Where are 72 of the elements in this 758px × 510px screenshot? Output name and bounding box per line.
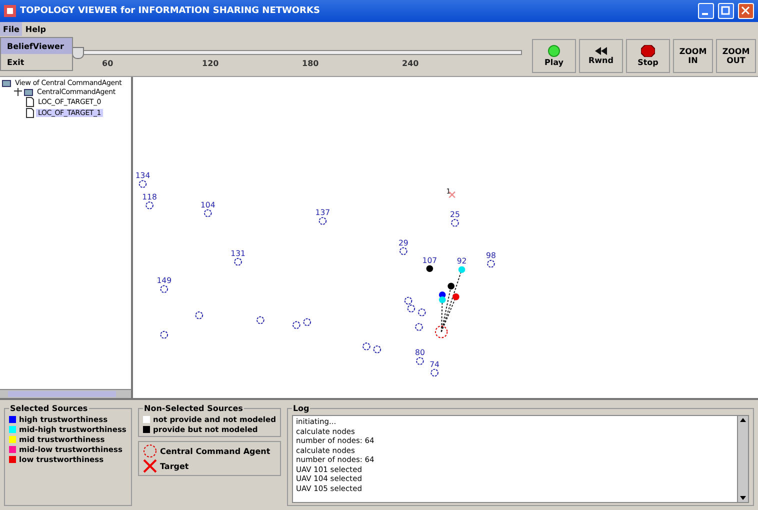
- node: [415, 323, 423, 331]
- node: [146, 202, 154, 210]
- node: [195, 311, 204, 320]
- node-label: 74: [430, 360, 440, 369]
- tick-label: 120: [202, 58, 219, 68]
- toolbar-button[interactable]: ZOOM IN: [673, 39, 713, 73]
- group-title: Non-Selected Sources: [143, 404, 244, 413]
- node-label: 107: [422, 256, 438, 265]
- node: [138, 180, 147, 188]
- tick-label: 180: [302, 58, 319, 68]
- node: [256, 316, 264, 324]
- folder-icon: [24, 88, 33, 96]
- menu-item[interactable]: Exit: [1, 54, 72, 70]
- node: [362, 342, 370, 350]
- node: [160, 285, 168, 293]
- minimize-button[interactable]: [698, 3, 714, 19]
- node: [160, 330, 168, 339]
- menu-item[interactable]: File: [0, 22, 22, 36]
- node-label: 149: [156, 276, 172, 286]
- app-icon: [4, 5, 16, 17]
- node-label: 98: [486, 250, 496, 260]
- legend-label: Central Command Agent: [160, 446, 270, 456]
- menu-item[interactable]: BeliefViewer: [1, 38, 72, 54]
- scroll-up-icon[interactable]: [738, 416, 748, 424]
- node: [234, 258, 242, 266]
- node-label: 25: [450, 210, 460, 220]
- rewind-icon: [595, 47, 607, 55]
- node-label: 118: [142, 192, 157, 202]
- node: [292, 321, 300, 329]
- window-title: TOPOLOGY VIEWER for INFORMATION SHARING NETWORKS: [20, 6, 321, 16]
- play-light-icon: [548, 45, 560, 57]
- agent-node: [435, 326, 448, 338]
- node: [303, 318, 312, 326]
- slider-thumb[interactable]: [72, 46, 84, 58]
- toolbar-button[interactable]: Play: [532, 39, 576, 73]
- node-label: 131: [230, 248, 246, 258]
- node: [400, 247, 408, 256]
- toolbar-button[interactable]: ZOOM OUT: [716, 39, 756, 73]
- node-label: 104: [200, 200, 216, 210]
- node: [430, 368, 438, 377]
- menu-item[interactable]: Help: [22, 22, 49, 36]
- stop-sign-icon: [641, 45, 655, 57]
- cross-icon: [143, 459, 157, 473]
- node-label: 92: [456, 256, 467, 266]
- toolbar-button[interactable]: Rwnd: [579, 39, 623, 73]
- group-title: Log: [292, 404, 310, 413]
- tick-label: 240: [402, 58, 419, 68]
- toolbar-button[interactable]: Stop: [626, 39, 670, 73]
- node: [451, 219, 459, 227]
- scroll-down-icon[interactable]: [738, 494, 748, 502]
- node: [318, 217, 327, 225]
- node-label: 29: [398, 238, 408, 248]
- horizontal-scrollbar[interactable]: [0, 389, 131, 398]
- tick-label: 60: [102, 58, 114, 68]
- node: [418, 308, 426, 316]
- group-title: Selected Sources: [9, 404, 89, 413]
- node-label: 80: [415, 348, 425, 358]
- node-label: 134: [135, 171, 150, 180]
- node: [487, 260, 495, 268]
- target-icon: [448, 191, 456, 198]
- node: [204, 209, 212, 218]
- legend-label: Target: [160, 462, 189, 470]
- maximize-button[interactable]: [718, 3, 734, 19]
- node: [404, 296, 412, 305]
- node: [373, 345, 382, 354]
- dashed-circle-icon: [143, 444, 157, 458]
- folder-icon: [2, 79, 11, 87]
- node: [416, 357, 424, 365]
- expand-handle-icon[interactable]: [14, 88, 22, 96]
- close-button[interactable]: [738, 3, 754, 19]
- node-label: 137: [315, 208, 330, 218]
- vertical-scrollbar[interactable]: [737, 416, 748, 502]
